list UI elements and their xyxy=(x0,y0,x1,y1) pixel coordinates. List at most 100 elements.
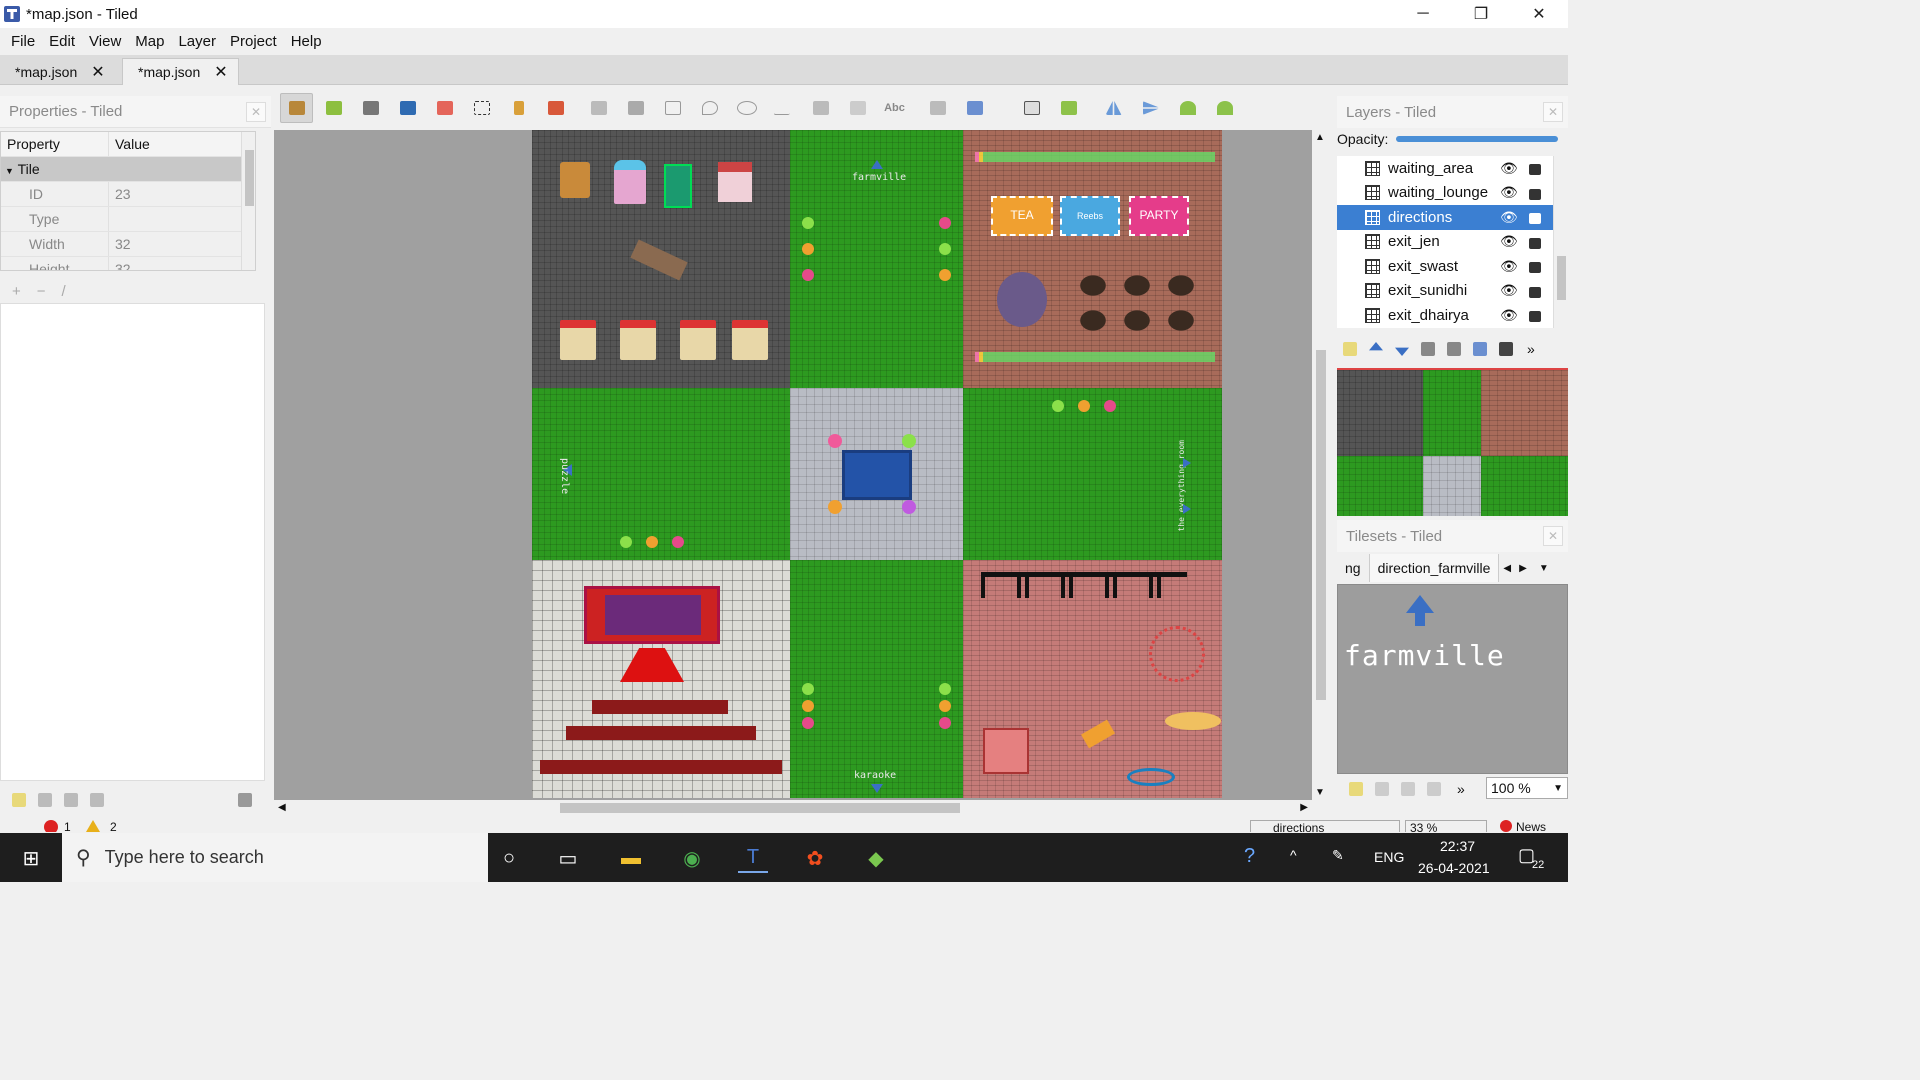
close-panel-icon[interactable]: ✕ xyxy=(246,102,266,122)
select-objects-icon[interactable] xyxy=(582,93,615,123)
map-vertical-scrollbar[interactable]: ▲ ▼ xyxy=(1312,130,1330,800)
insert-template-icon[interactable] xyxy=(841,93,874,123)
minimap[interactable] xyxy=(1337,368,1568,516)
scroll-down-icon[interactable]: ▼ xyxy=(1315,787,1325,798)
remove-layer-icon[interactable] xyxy=(1447,342,1461,356)
tileset-tab-previous[interactable]: ng xyxy=(1337,560,1369,576)
tab-map-1[interactable]: *map.json ✕ xyxy=(0,58,115,85)
error-icon[interactable] xyxy=(44,820,58,832)
flip-vertical-icon[interactable] xyxy=(1134,93,1167,123)
open-folder-icon[interactable] xyxy=(238,793,252,807)
layer-row[interactable]: exit_swast 👁 xyxy=(1337,254,1553,279)
duplicate-layer-icon[interactable] xyxy=(1421,342,1435,356)
figma-icon[interactable]: ✿ xyxy=(800,843,830,873)
map-horizontal-scrollbar[interactable]: ◀ ▶ xyxy=(274,800,1312,816)
more-options-icon[interactable]: » xyxy=(1527,341,1535,357)
clock-date[interactable]: 26-04-2021 xyxy=(1418,860,1490,876)
property-group-tile[interactable]: ▼ Tile xyxy=(1,157,255,182)
scrollbar-thumb[interactable] xyxy=(560,803,960,813)
visibility-eye-icon[interactable]: 👁 xyxy=(1500,209,1518,226)
rename-property-icon[interactable]: / xyxy=(62,283,66,300)
chrome-icon[interactable]: ◉ xyxy=(677,843,707,873)
embed-tileset-icon[interactable] xyxy=(1375,782,1389,796)
select-same-tile-icon[interactable] xyxy=(539,93,572,123)
windows-start-icon[interactable]: ⊞ xyxy=(16,843,46,873)
layer-row-selected[interactable]: directions 👁 xyxy=(1337,205,1553,230)
table-row[interactable]: Height 32 xyxy=(1,257,255,270)
table-row[interactable]: Width 32 xyxy=(1,232,255,257)
magic-wand-icon[interactable] xyxy=(502,93,535,123)
raise-layer-icon[interactable] xyxy=(1369,342,1383,351)
layer-row[interactable]: exit_dhairya 👁 xyxy=(1337,303,1553,328)
insert-tile-icon[interactable] xyxy=(804,93,837,123)
tab-menu-icon[interactable]: ▼ xyxy=(1539,563,1549,574)
scroll-right-icon[interactable]: ▶ xyxy=(1300,802,1308,813)
close-tab-icon[interactable]: ✕ xyxy=(91,62,104,82)
visibility-eye-icon[interactable]: 👁 xyxy=(1500,307,1518,324)
insert-point-icon[interactable] xyxy=(693,93,726,123)
layer-row[interactable]: waiting_area 👁 xyxy=(1337,156,1553,181)
remove-property-icon[interactable]: − xyxy=(37,283,46,300)
add-property-icon[interactable]: + xyxy=(12,283,21,300)
opacity-slider[interactable] xyxy=(1396,136,1559,142)
bucket-fill-icon[interactable] xyxy=(354,93,387,123)
delete-icon[interactable] xyxy=(90,793,104,807)
language-indicator[interactable]: ENG xyxy=(1374,849,1404,865)
layer-row[interactable]: exit_jen 👁 xyxy=(1337,230,1553,255)
map-zoom-select[interactable]: 33 % xyxy=(1405,820,1487,832)
lock-icon[interactable] xyxy=(1529,286,1541,298)
cortana-icon[interactable]: ○ xyxy=(494,843,524,873)
table-row[interactable]: ID 23 xyxy=(1,182,255,207)
menu-edit[interactable]: Edit xyxy=(42,33,82,50)
rotate-right-icon[interactable] xyxy=(1208,93,1241,123)
menu-map[interactable]: Map xyxy=(128,33,171,50)
layers-scrollbar[interactable] xyxy=(1553,156,1568,328)
current-layer-select[interactable]: directions xyxy=(1250,820,1400,832)
warning-icon[interactable] xyxy=(86,820,100,832)
close-panel-icon[interactable]: ✕ xyxy=(1543,102,1563,122)
scrollbar-thumb[interactable] xyxy=(245,150,254,206)
tileset-view[interactable]: farmville xyxy=(1337,584,1568,774)
file-explorer-icon[interactable]: ▬ xyxy=(616,843,646,873)
lower-layer-icon[interactable] xyxy=(1395,347,1409,356)
lock-layer-icon[interactable] xyxy=(1499,342,1513,356)
clock-time[interactable]: 22:37 xyxy=(1440,838,1475,854)
stamp-palette-icon[interactable] xyxy=(1052,93,1085,123)
lock-icon[interactable] xyxy=(1529,311,1541,322)
app-icon[interactable]: ◆ xyxy=(861,843,891,873)
dice-icon[interactable] xyxy=(1015,93,1048,123)
column-header-value[interactable]: Value xyxy=(109,132,156,156)
menu-help[interactable]: Help xyxy=(284,33,329,50)
table-row[interactable]: Type xyxy=(1,207,255,232)
menu-view[interactable]: View xyxy=(82,33,128,50)
tileset-tab-current[interactable]: direction_farmville xyxy=(1368,554,1500,582)
flip-horizontal-icon[interactable] xyxy=(1097,93,1130,123)
tile-map[interactable]: farmville TEA Reebs PARTY puzzle the eve… xyxy=(532,130,1222,798)
rectangle-select-icon[interactable] xyxy=(465,93,498,123)
stamp-brush-icon[interactable] xyxy=(280,93,313,123)
layer-row[interactable]: waiting_lounge 👁 xyxy=(1337,181,1553,206)
edit-tileset-icon[interactable] xyxy=(1427,782,1441,796)
column-header-property[interactable]: Property xyxy=(1,132,109,156)
insert-polygon-icon[interactable] xyxy=(767,93,800,123)
help-icon[interactable]: ? xyxy=(1244,845,1255,868)
menu-file[interactable]: File xyxy=(4,33,42,50)
scroll-up-icon[interactable]: ▲ xyxy=(1315,132,1325,143)
tab-scroll-left-icon[interactable]: ◀ xyxy=(1503,563,1511,574)
layer-row[interactable]: exit_sunidhi 👁 xyxy=(1337,279,1553,304)
task-view-icon[interactable]: ▭ xyxy=(553,843,583,873)
tab-scroll-right-icon[interactable]: ▶ xyxy=(1519,563,1527,574)
menu-project[interactable]: Project xyxy=(223,33,284,50)
random-mode-icon[interactable] xyxy=(958,93,991,123)
restore-button[interactable]: ❐ xyxy=(1452,0,1510,28)
news-icon[interactable] xyxy=(1500,820,1512,832)
tileset-zoom-select[interactable]: 100 % ▼ xyxy=(1486,777,1568,799)
visibility-eye-icon[interactable]: 👁 xyxy=(1500,233,1518,250)
duplicate-icon[interactable] xyxy=(64,793,78,807)
lock-icon[interactable] xyxy=(1529,237,1541,249)
visibility-eye-icon[interactable]: 👁 xyxy=(1500,258,1518,275)
scroll-left-icon[interactable]: ◀ xyxy=(278,802,286,813)
news-label[interactable]: News xyxy=(1516,820,1546,832)
properties-scrollbar[interactable] xyxy=(241,132,255,270)
menu-layer[interactable]: Layer xyxy=(171,33,223,50)
